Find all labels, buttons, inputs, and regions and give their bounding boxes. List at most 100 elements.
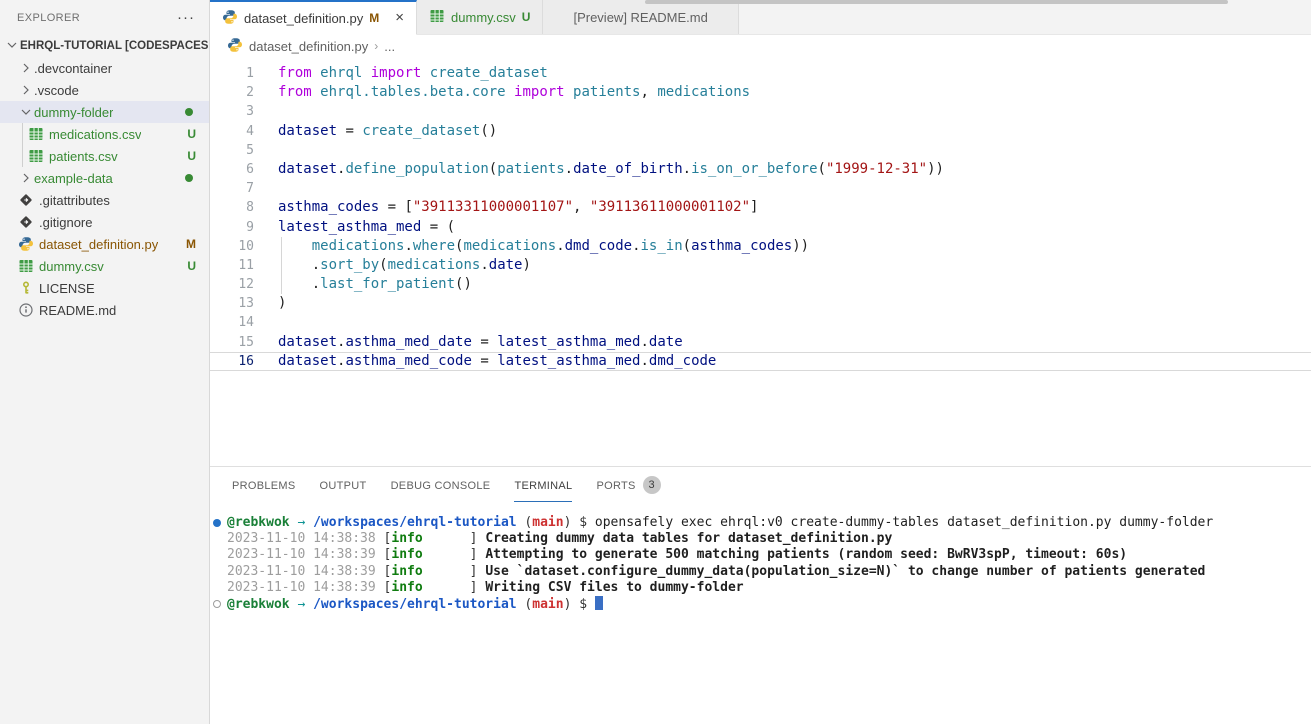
command-decoration-icon[interactable] bbox=[213, 519, 221, 527]
explorer-header: EXPLORER ··· bbox=[0, 0, 209, 35]
code-text bbox=[254, 179, 278, 198]
prompt-decoration-icon[interactable] bbox=[213, 600, 221, 608]
ports-count-badge: 3 bbox=[643, 476, 661, 494]
chevron-right-icon bbox=[18, 170, 34, 186]
tree-item-medications-csv[interactable]: medications.csv U bbox=[0, 123, 209, 145]
tree-item-dummy-folder[interactable]: dummy-folder bbox=[0, 101, 209, 123]
tab-label: [Preview] README.md bbox=[573, 10, 707, 25]
code-text: latest_asthma_med = ( bbox=[254, 218, 455, 237]
git-icon bbox=[18, 214, 34, 230]
terminal-line-2: 2023-11-10 14:38:38 [info ] Creating dum… bbox=[210, 531, 1311, 547]
tab-dataset-definition-py[interactable]: dataset_definition.pyM× bbox=[210, 0, 417, 35]
line-number: 16 bbox=[210, 352, 254, 371]
code-line-2: 2from ehrql.tables.beta.core import pati… bbox=[210, 83, 1311, 102]
line-number: 2 bbox=[210, 83, 254, 102]
breadcrumb-file[interactable]: dataset_definition.py bbox=[249, 39, 368, 54]
tab-label: dataset_definition.py bbox=[244, 11, 363, 26]
tree-item-label: medications.csv bbox=[49, 127, 141, 142]
terminal-line-4: 2023-11-10 14:38:39 [info ] Use `dataset… bbox=[210, 564, 1311, 580]
terminal-line-6: @rebkwok → /workspaces/ehrql-tutorial (m… bbox=[210, 596, 1311, 613]
csv-icon bbox=[18, 258, 34, 274]
breadcrumb-symbol[interactable]: ... bbox=[384, 39, 395, 54]
panel-tab-debug-console[interactable]: DEBUG CONSOLE bbox=[379, 467, 503, 503]
tree-item-gitattributes[interactable]: .gitattributes bbox=[0, 189, 209, 211]
git-changes-dot-badge bbox=[185, 108, 193, 116]
tree-item-label: LICENSE bbox=[39, 281, 95, 296]
code-line-13: 13) bbox=[210, 294, 1311, 313]
code-line-4: 4dataset = create_dataset() bbox=[210, 122, 1311, 141]
git-icon bbox=[18, 192, 34, 208]
code-text: .sort_by(medications.date) bbox=[254, 256, 531, 275]
bottom-panel: PROBLEMSOUTPUT DEBUG CONSOLE TERMINAL PORTS… bbox=[210, 466, 1311, 724]
panel-tabs: PROBLEMSOUTPUT DEBUG CONSOLE TERMINAL PORTS… bbox=[210, 467, 1311, 503]
tab-dirty-indicator: U bbox=[522, 10, 531, 24]
panel-tab-terminal[interactable]: TERMINAL bbox=[502, 467, 584, 503]
file-tree: .devcontainer.vscodedummy-foldermedicati… bbox=[0, 57, 209, 321]
chevron-right-icon bbox=[18, 82, 34, 98]
tree-item-label: .vscode bbox=[34, 83, 79, 98]
tree-item-gitignore[interactable]: .gitignore bbox=[0, 211, 209, 233]
code-text: ) bbox=[254, 294, 286, 313]
csv-icon bbox=[28, 148, 44, 164]
code-line-5: 5 bbox=[210, 141, 1311, 160]
indent-guide bbox=[22, 145, 23, 167]
line-number: 5 bbox=[210, 141, 254, 160]
tree-item-dataset-definition-py[interactable]: dataset_definition.pyM bbox=[0, 233, 209, 255]
tab-preview-readme-md[interactable]: [Preview] README.md bbox=[543, 0, 738, 34]
terminal[interactable]: @rebkwok → /workspaces/ehrql-tutorial (m… bbox=[210, 503, 1311, 724]
panel-tab-ports[interactable]: PORTS 3 bbox=[584, 467, 672, 503]
indent-guide bbox=[22, 123, 23, 145]
tab-dummy-csv[interactable]: dummy.csv U bbox=[417, 0, 543, 34]
code-text: medications.where(medications.dmd_code.i… bbox=[254, 237, 809, 256]
line-number: 11 bbox=[210, 256, 254, 275]
code-text: .last_for_patient() bbox=[254, 275, 472, 294]
code-text: dataset.asthma_med_date = latest_asthma_… bbox=[254, 333, 683, 352]
code-line-8: 8asthma_codes = ["39113311000001107", "3… bbox=[210, 198, 1311, 217]
tree-item-label: dummy.csv bbox=[39, 259, 104, 274]
tree-item-dummy-csv[interactable]: dummy.csv U bbox=[0, 255, 209, 277]
breadcrumb[interactable]: dataset_definition.py › ... bbox=[210, 35, 1311, 57]
code-text: dataset.asthma_med_code = latest_asthma_… bbox=[254, 352, 716, 371]
tree-item-devcontainer[interactable]: .devcontainer bbox=[0, 57, 209, 79]
close-icon[interactable]: × bbox=[395, 12, 404, 24]
tree-item-label: patients.csv bbox=[49, 149, 118, 164]
tree-item-patients-csv[interactable]: patients.csvU bbox=[0, 145, 209, 167]
code-text: dataset = create_dataset() bbox=[254, 122, 497, 141]
csv-icon bbox=[28, 126, 44, 142]
panel-tab-output[interactable]: OUTPUT bbox=[308, 467, 379, 503]
python-icon bbox=[227, 37, 243, 56]
line-number: 7 bbox=[210, 179, 254, 198]
python-icon bbox=[222, 9, 238, 28]
code-editor[interactable]: 1from ehrql import create_dataset2from e… bbox=[210, 57, 1311, 466]
line-number: 10 bbox=[210, 237, 254, 256]
tree-item-vscode[interactable]: .vscode bbox=[0, 79, 209, 101]
code-line-7: 7 bbox=[210, 179, 1311, 198]
chevron-right-icon bbox=[18, 60, 34, 76]
tree-item-readme-md[interactable]: README.md bbox=[0, 299, 209, 321]
tree-item-license[interactable]: LICENSE bbox=[0, 277, 209, 299]
git-changes-dot-badge bbox=[185, 174, 193, 182]
tree-item-label: README.md bbox=[39, 303, 116, 318]
editor-group: dataset_definition.pyM× dummy.csv U [Previe… bbox=[210, 0, 1311, 724]
tab-scrollbar-thumb[interactable] bbox=[645, 0, 1228, 4]
line-number: 4 bbox=[210, 122, 254, 141]
line-number: 14 bbox=[210, 313, 254, 332]
panel-tab-label: PORTS bbox=[596, 469, 635, 502]
tab-label: dummy.csv bbox=[451, 10, 516, 25]
git-status-badge: U bbox=[187, 259, 196, 273]
line-number: 8 bbox=[210, 198, 254, 217]
line-number: 3 bbox=[210, 102, 254, 121]
panel-tab-label: TERMINAL bbox=[514, 469, 572, 502]
explorer-sidebar: EXPLORER ··· EHRQL-TUTORIAL [CODESPACES:… bbox=[0, 0, 210, 724]
code-text bbox=[254, 102, 278, 121]
line-number: 12 bbox=[210, 275, 254, 294]
code-line-6: 6dataset.define_population(patients.date… bbox=[210, 160, 1311, 179]
panel-tab-label: DEBUG CONSOLE bbox=[391, 469, 491, 502]
more-actions-icon[interactable]: ··· bbox=[177, 13, 195, 23]
tree-root-folder[interactable]: EHRQL-TUTORIAL [CODESPACES:... bbox=[0, 35, 209, 57]
tree-item-label: dataset_definition.py bbox=[39, 237, 158, 252]
tree-item-example-data[interactable]: example-data bbox=[0, 167, 209, 189]
root-folder-label: EHRQL-TUTORIAL [CODESPACES:... bbox=[20, 40, 209, 52]
git-status-badge: U bbox=[187, 127, 196, 141]
panel-tab-problems[interactable]: PROBLEMS bbox=[220, 467, 308, 503]
